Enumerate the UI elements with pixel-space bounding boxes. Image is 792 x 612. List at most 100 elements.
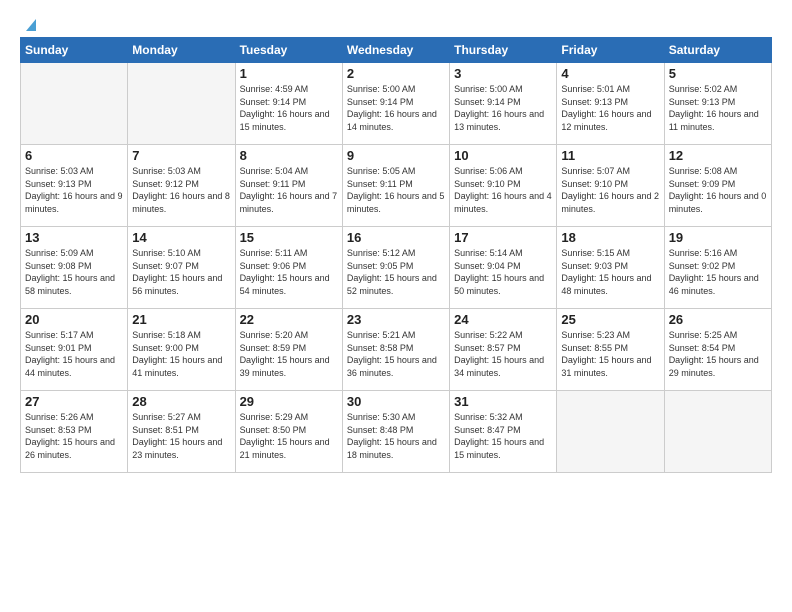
calendar-week-row: 1 Sunrise: 4:59 AM Sunset: 9:14 PM Daylig… <box>21 63 772 145</box>
day-number: 17 <box>454 230 552 245</box>
calendar-cell: 6 Sunrise: 5:03 AM Sunset: 9:13 PM Daylig… <box>21 145 128 227</box>
calendar-cell: 5 Sunrise: 5:02 AM Sunset: 9:13 PM Daylig… <box>664 63 771 145</box>
day-info: Sunrise: 5:25 AM Sunset: 8:54 PM Dayligh… <box>669 329 767 379</box>
day-number: 23 <box>347 312 445 327</box>
day-info: Sunrise: 5:05 AM Sunset: 9:11 PM Dayligh… <box>347 165 445 215</box>
day-info: Sunrise: 5:04 AM Sunset: 9:11 PM Dayligh… <box>240 165 338 215</box>
page: SundayMondayTuesdayWednesdayThursdayFrid… <box>0 0 792 612</box>
calendar-cell: 19Sunrise: 5:16 AM Sunset: 9:02 PM Dayli… <box>664 227 771 309</box>
calendar-cell: 15Sunrise: 5:11 AM Sunset: 9:06 PM Dayli… <box>235 227 342 309</box>
weekday-header: Saturday <box>664 38 771 63</box>
day-number: 8 <box>240 148 338 163</box>
day-number: 11 <box>561 148 659 163</box>
day-number: 21 <box>132 312 230 327</box>
day-info: Sunrise: 5:11 AM Sunset: 9:06 PM Dayligh… <box>240 247 338 297</box>
day-number: 13 <box>25 230 123 245</box>
day-info: Sunrise: 5:09 AM Sunset: 9:08 PM Dayligh… <box>25 247 123 297</box>
day-info: Sunrise: 5:18 AM Sunset: 9:00 PM Dayligh… <box>132 329 230 379</box>
calendar-cell: 12 Sunrise: 5:08 AM Sunset: 9:09 PM Dayli… <box>664 145 771 227</box>
weekday-header: Wednesday <box>342 38 449 63</box>
day-number: 14 <box>132 230 230 245</box>
calendar-week-row: 20 Sunrise: 5:17 AM Sunset: 9:01 PM Dayli… <box>21 309 772 391</box>
calendar-cell: 31 Sunrise: 5:32 AM Sunset: 8:47 PM Dayli… <box>450 391 557 473</box>
day-number: 22 <box>240 312 338 327</box>
day-number: 3 <box>454 66 552 81</box>
day-number: 4 <box>561 66 659 81</box>
day-info: Sunrise: 5:21 AM Sunset: 8:58 PM Dayligh… <box>347 329 445 379</box>
calendar-week-row: 6 Sunrise: 5:03 AM Sunset: 9:13 PM Daylig… <box>21 145 772 227</box>
day-number: 27 <box>25 394 123 409</box>
day-info: Sunrise: 5:20 AM Sunset: 8:59 PM Dayligh… <box>240 329 338 379</box>
day-info: Sunrise: 5:03 AM Sunset: 9:12 PM Dayligh… <box>132 165 230 215</box>
calendar-cell: 22 Sunrise: 5:20 AM Sunset: 8:59 PM Dayli… <box>235 309 342 391</box>
day-info: Sunrise: 4:59 AM Sunset: 9:14 PM Dayligh… <box>240 83 338 133</box>
day-number: 5 <box>669 66 767 81</box>
calendar-week-row: 13 Sunrise: 5:09 AM Sunset: 9:08 PM Dayli… <box>21 227 772 309</box>
day-number: 26 <box>669 312 767 327</box>
day-info: Sunrise: 5:10 AM Sunset: 9:07 PM Dayligh… <box>132 247 230 297</box>
day-number: 20 <box>25 312 123 327</box>
day-number: 1 <box>240 66 338 81</box>
day-number: 7 <box>132 148 230 163</box>
day-info: Sunrise: 5:02 AM Sunset: 9:13 PM Dayligh… <box>669 83 767 133</box>
day-info: Sunrise: 5:08 AM Sunset: 9:09 PM Dayligh… <box>669 165 767 215</box>
day-info: Sunrise: 5:32 AM Sunset: 8:47 PM Dayligh… <box>454 411 552 461</box>
day-number: 16 <box>347 230 445 245</box>
day-info: Sunrise: 5:16 AM Sunset: 9:02 PM Dayligh… <box>669 247 767 297</box>
day-info: Sunrise: 5:00 AM Sunset: 9:14 PM Dayligh… <box>347 83 445 133</box>
day-number: 18 <box>561 230 659 245</box>
weekday-header: Friday <box>557 38 664 63</box>
calendar-cell: 4Sunrise: 5:01 AM Sunset: 9:13 PM Daylig… <box>557 63 664 145</box>
calendar-cell: 2 Sunrise: 5:00 AM Sunset: 9:14 PM Daylig… <box>342 63 449 145</box>
day-info: Sunrise: 5:23 AM Sunset: 8:55 PM Dayligh… <box>561 329 659 379</box>
calendar-cell <box>128 63 235 145</box>
calendar-cell: 13 Sunrise: 5:09 AM Sunset: 9:08 PM Dayli… <box>21 227 128 309</box>
calendar-cell: 10Sunrise: 5:06 AM Sunset: 9:10 PM Dayli… <box>450 145 557 227</box>
calendar-cell: 26 Sunrise: 5:25 AM Sunset: 8:54 PM Dayli… <box>664 309 771 391</box>
day-info: Sunrise: 5:30 AM Sunset: 8:48 PM Dayligh… <box>347 411 445 461</box>
day-info: Sunrise: 5:03 AM Sunset: 9:13 PM Dayligh… <box>25 165 123 215</box>
day-info: Sunrise: 5:17 AM Sunset: 9:01 PM Dayligh… <box>25 329 123 379</box>
calendar-cell: 27 Sunrise: 5:26 AM Sunset: 8:53 PM Dayli… <box>21 391 128 473</box>
weekday-header: Sunday <box>21 38 128 63</box>
day-number: 12 <box>669 148 767 163</box>
calendar-cell: 21 Sunrise: 5:18 AM Sunset: 9:00 PM Dayli… <box>128 309 235 391</box>
day-number: 6 <box>25 148 123 163</box>
calendar-cell: 14 Sunrise: 5:10 AM Sunset: 9:07 PM Dayli… <box>128 227 235 309</box>
logo-icon <box>22 15 40 33</box>
calendar-cell: 30 Sunrise: 5:30 AM Sunset: 8:48 PM Dayli… <box>342 391 449 473</box>
weekday-header: Thursday <box>450 38 557 63</box>
day-number: 31 <box>454 394 552 409</box>
day-info: Sunrise: 5:06 AM Sunset: 9:10 PM Dayligh… <box>454 165 552 215</box>
day-info: Sunrise: 5:15 AM Sunset: 9:03 PM Dayligh… <box>561 247 659 297</box>
calendar-cell <box>664 391 771 473</box>
calendar-cell: 17 Sunrise: 5:14 AM Sunset: 9:04 PM Dayli… <box>450 227 557 309</box>
calendar-cell: 3 Sunrise: 5:00 AM Sunset: 9:14 PM Daylig… <box>450 63 557 145</box>
calendar-cell: 11 Sunrise: 5:07 AM Sunset: 9:10 PM Dayli… <box>557 145 664 227</box>
calendar-cell: 7 Sunrise: 5:03 AM Sunset: 9:12 PM Daylig… <box>128 145 235 227</box>
day-number: 9 <box>347 148 445 163</box>
weekday-header: Tuesday <box>235 38 342 63</box>
day-info: Sunrise: 5:22 AM Sunset: 8:57 PM Dayligh… <box>454 329 552 379</box>
day-number: 25 <box>561 312 659 327</box>
calendar-cell: 20 Sunrise: 5:17 AM Sunset: 9:01 PM Dayli… <box>21 309 128 391</box>
day-info: Sunrise: 5:00 AM Sunset: 9:14 PM Dayligh… <box>454 83 552 133</box>
day-info: Sunrise: 5:14 AM Sunset: 9:04 PM Dayligh… <box>454 247 552 297</box>
calendar-cell: 29Sunrise: 5:29 AM Sunset: 8:50 PM Dayli… <box>235 391 342 473</box>
calendar-body: 1 Sunrise: 4:59 AM Sunset: 9:14 PM Daylig… <box>21 63 772 473</box>
calendar-cell <box>21 63 128 145</box>
header <box>20 15 772 29</box>
calendar-cell: 24 Sunrise: 5:22 AM Sunset: 8:57 PM Dayli… <box>450 309 557 391</box>
day-info: Sunrise: 5:07 AM Sunset: 9:10 PM Dayligh… <box>561 165 659 215</box>
day-number: 24 <box>454 312 552 327</box>
day-info: Sunrise: 5:26 AM Sunset: 8:53 PM Dayligh… <box>25 411 123 461</box>
day-number: 30 <box>347 394 445 409</box>
day-number: 28 <box>132 394 230 409</box>
day-number: 2 <box>347 66 445 81</box>
weekday-header: Monday <box>128 38 235 63</box>
calendar-cell: 25 Sunrise: 5:23 AM Sunset: 8:55 PM Dayli… <box>557 309 664 391</box>
calendar-cell: 1 Sunrise: 4:59 AM Sunset: 9:14 PM Daylig… <box>235 63 342 145</box>
day-number: 29 <box>240 394 338 409</box>
calendar-cell: 16Sunrise: 5:12 AM Sunset: 9:05 PM Dayli… <box>342 227 449 309</box>
calendar-cell: 28Sunrise: 5:27 AM Sunset: 8:51 PM Dayli… <box>128 391 235 473</box>
